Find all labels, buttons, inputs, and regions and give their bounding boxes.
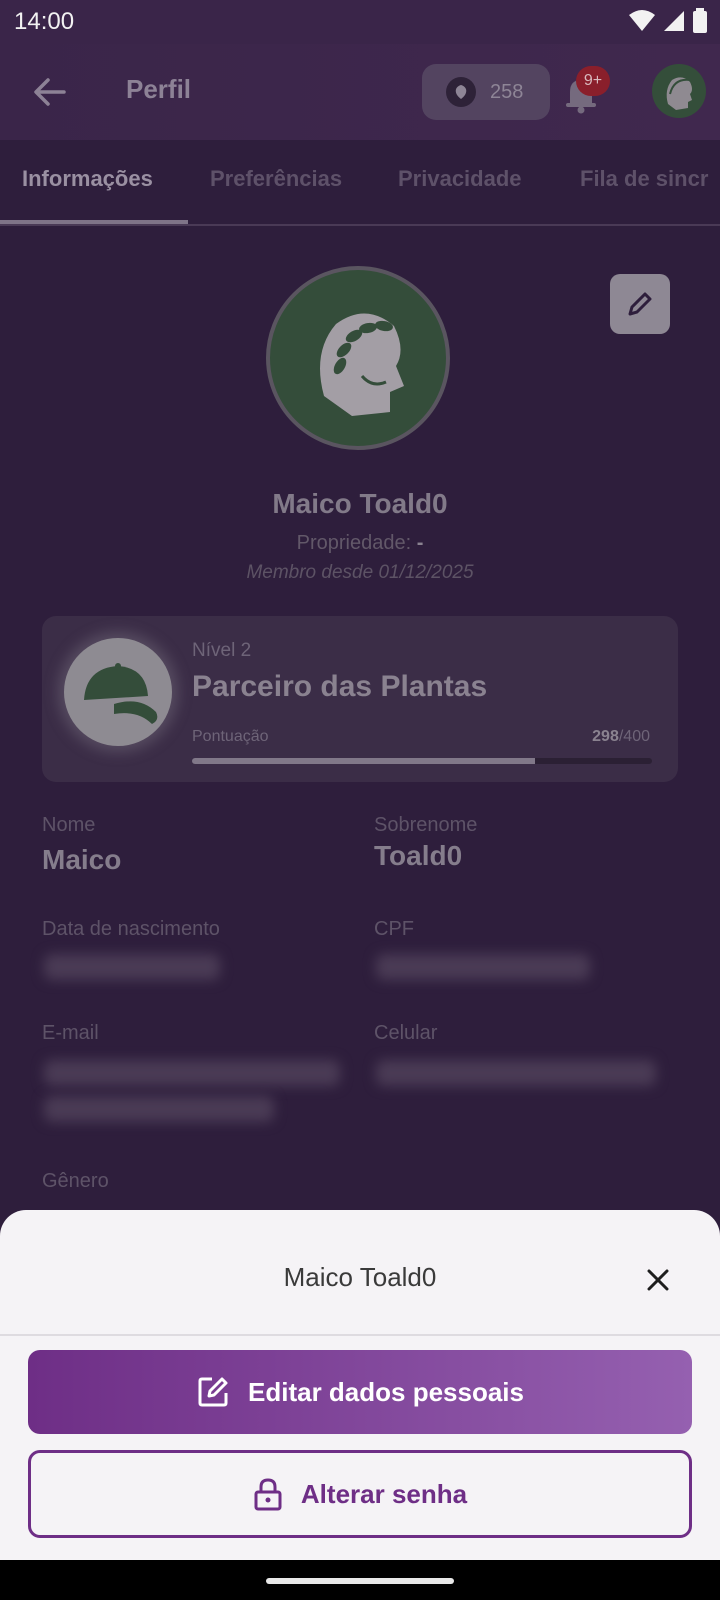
score-progress-fill [192, 758, 535, 764]
email-label: E-mail [42, 1022, 99, 1044]
level-name: Parceiro das Plantas [192, 670, 488, 703]
score-label: Pontuação [192, 728, 269, 745]
birth-date-redacted [44, 954, 220, 980]
edit-personal-data-button[interactable]: Editar dados pessoais [28, 1350, 692, 1434]
email-redacted-line1 [44, 1060, 340, 1086]
screen: 14:00 Perfil 258 9+ Informações Preferên… [0, 0, 720, 1600]
app-bar: Perfil 258 9+ [0, 44, 720, 140]
tab-informacoes[interactable]: Informações [22, 166, 153, 192]
profile-full-name: Maico Toald0 [272, 488, 448, 519]
member-since: Membro desde 01/12/2025 [246, 562, 474, 583]
last-name-value: Toald0 [374, 840, 463, 871]
status-bar: 14:00 [0, 0, 720, 44]
close-sheet-button[interactable] [636, 1258, 680, 1302]
change-password-label: Alterar senha [300, 1478, 468, 1509]
level-cap-icon [64, 638, 172, 746]
system-nav-bar [0, 1560, 720, 1600]
level-number: Nível 2 [192, 640, 252, 661]
sheet-divider [0, 1334, 720, 1336]
notification-badge: 9+ [576, 66, 610, 96]
property-value: - [416, 532, 424, 554]
phone-label: Celular [374, 1022, 438, 1044]
tab-preferencias[interactable]: Preferências [210, 166, 342, 192]
score-value: 298/400 [592, 728, 650, 746]
gender-label: Gênero [42, 1170, 109, 1192]
lock-icon [253, 1477, 283, 1511]
change-password-button[interactable]: Alterar senha [28, 1450, 692, 1538]
profile-avatar[interactable] [266, 266, 450, 450]
edit-square-icon [196, 1375, 230, 1409]
score-max: /400 [618, 728, 650, 745]
email-redacted-line2 [44, 1096, 274, 1122]
first-name-label: Nome [42, 814, 96, 836]
sheet-title: Maico Toald0 [283, 1262, 437, 1292]
back-arrow-icon[interactable] [30, 74, 70, 110]
points-value: 258 [490, 80, 524, 103]
score-current: 298 [592, 728, 619, 745]
points-chip[interactable]: 258 [422, 64, 550, 120]
profile-content: Maico Toald0 Propriedade: - Membro desde… [0, 226, 720, 1226]
cpf-label: CPF [374, 918, 414, 940]
leaf-points-icon [446, 77, 476, 107]
edit-personal-data-label: Editar dados pessoais [248, 1376, 524, 1407]
tab-indicator [0, 220, 188, 224]
cpf-redacted [376, 954, 590, 980]
battery-icon [693, 8, 707, 33]
wifi-icon [629, 10, 655, 31]
tab-fila-sincronizacao[interactable]: Fila de sincr [580, 166, 708, 192]
home-gesture-handle[interactable] [266, 1578, 454, 1584]
tab-privacidade[interactable]: Privacidade [398, 166, 522, 192]
level-card: Nível 2 Parceiro das Plantas Pontuação 2… [42, 616, 678, 782]
status-icons [628, 8, 708, 34]
page-title: Perfil [126, 74, 192, 104]
first-name-value: Maico [42, 844, 122, 875]
user-avatar-small[interactable] [652, 64, 706, 118]
signal-icon [664, 11, 684, 31]
pencil-icon [628, 292, 652, 316]
edit-profile-button[interactable] [610, 274, 670, 334]
tab-bar: Informações Preferências Privacidade Fil… [0, 140, 720, 226]
score-progress-bar [192, 758, 652, 764]
last-name-label: Sobrenome [374, 814, 478, 836]
actions-bottom-sheet: Maico Toald0 Editar dados pessoais Alter… [0, 1210, 720, 1560]
profile-property: Propriedade: - [0, 532, 720, 555]
close-icon [647, 1269, 669, 1291]
property-label: Propriedade: [296, 532, 412, 554]
birth-date-label: Data de nascimento [42, 918, 220, 940]
phone-redacted [376, 1060, 656, 1086]
status-time: 14:00 [14, 8, 75, 35]
